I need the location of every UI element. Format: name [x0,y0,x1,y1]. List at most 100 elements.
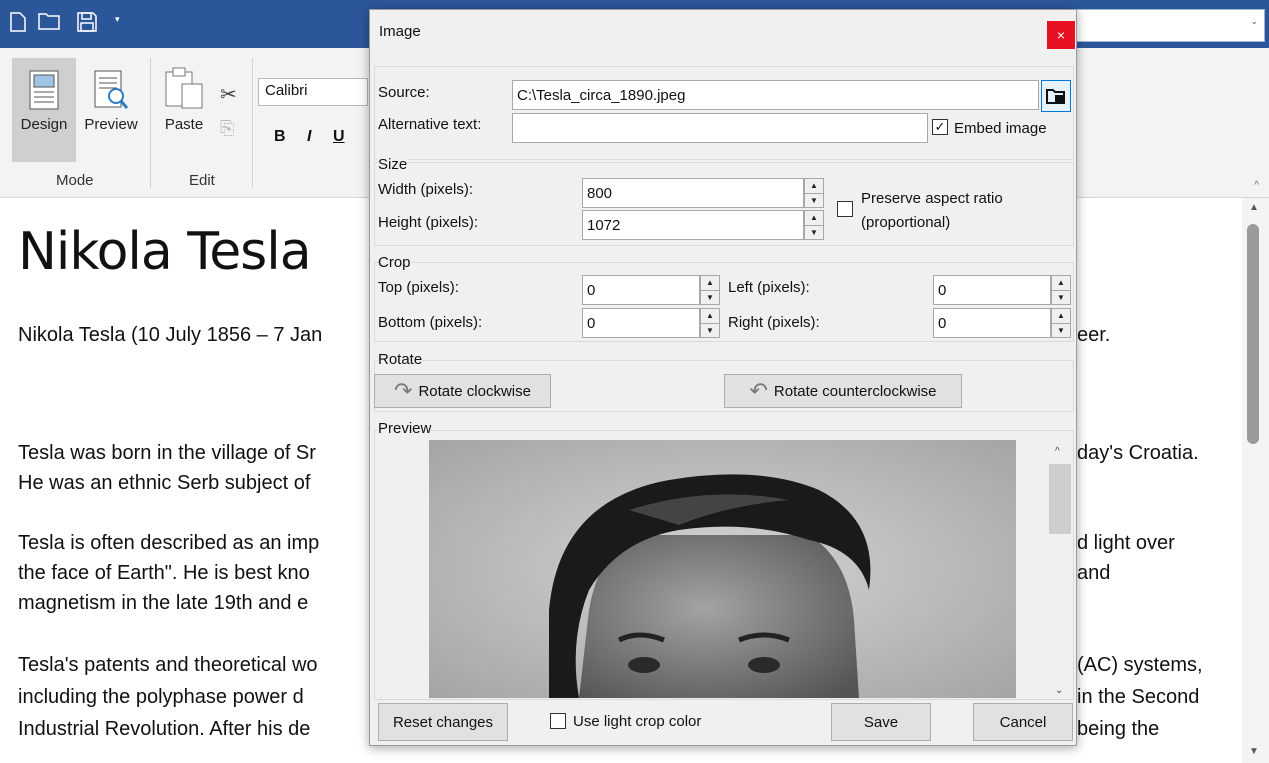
source-field[interactable]: C:\Tesla_circa_1890.jpeg [512,80,1039,110]
rotate-counterclockwise-button[interactable]: ↶ Rotate counterclockwise [724,374,962,408]
design-mode-button[interactable]: Design [12,58,76,162]
scroll-up-icon[interactable]: ▲ [1249,202,1259,213]
preview-mode-button[interactable]: Preview [79,58,143,162]
spin-down-icon[interactable]: ▼ [804,193,824,208]
doc-line: in the Second [1077,686,1200,708]
collapse-ribbon-icon[interactable]: ^ [1254,180,1259,191]
bottom-field[interactable]: 0 [582,308,700,338]
spin-down-icon[interactable]: ▼ [804,225,824,240]
top-label: Top (pixels): [378,279,459,296]
embed-image-checkbox[interactable]: ✓ [932,119,948,135]
design-label: Design [20,116,68,133]
close-button[interactable]: × [1047,21,1075,49]
doc-line: eer. [1077,324,1111,346]
top-spin-buttons[interactable]: ▲ ▼ [700,275,720,305]
copy-icon[interactable]: ⎘ [220,118,234,139]
chevron-up-icon[interactable]: ^ [1055,446,1060,457]
scrollbar-thumb[interactable] [1247,224,1259,444]
doc-line: the face of Earth". He is best kno [18,562,310,584]
spin-up-icon[interactable]: ▲ [804,210,824,226]
spin-up-icon[interactable]: ▲ [1051,308,1071,324]
reset-changes-button[interactable]: Reset changes [378,703,508,741]
crop-legend: Crop [378,254,411,271]
left-label: Left (pixels): [728,279,810,296]
portrait-photo [429,440,1016,698]
open-folder-icon[interactable] [38,12,60,35]
cut-icon[interactable]: ✂ [220,82,237,107]
paste-icon [165,67,203,109]
preserve-aspect-checkbox[interactable] [837,201,853,217]
right-field[interactable]: 0 [933,308,1051,338]
light-crop-checkbox[interactable] [550,713,566,729]
width-stepper[interactable]: 800 ▲ ▼ [582,178,824,208]
close-icon: × [1056,27,1066,43]
bottom-label: Bottom (pixels): [378,314,483,331]
spin-down-icon[interactable]: ▼ [1051,323,1071,338]
left-field[interactable]: 0 [933,275,1051,305]
bold-button[interactable]: B [274,128,286,146]
mode-group-label: Mode [56,172,94,189]
spin-down-icon[interactable]: ▼ [1051,290,1071,305]
spin-down-icon[interactable]: ▼ [700,323,720,338]
spin-up-icon[interactable]: ▲ [1051,275,1071,291]
top-field[interactable]: 0 [582,275,700,305]
underline-button[interactable]: U [333,128,345,146]
preview-legend: Preview [378,420,432,437]
spin-down-icon[interactable]: ▼ [700,290,720,305]
size-legend: Size [378,156,408,173]
document-scrollbar[interactable]: ▲ ▼ [1242,198,1269,763]
ribbon-separator [150,58,151,188]
chevron-down-icon[interactable]: ⌄ [1055,685,1063,696]
font-name-field[interactable]: Calibri [258,78,368,106]
preview-scrollbar-thumb[interactable] [1049,464,1071,534]
rotate-counterclockwise-label: Rotate counterclockwise [773,382,937,400]
rotate-clockwise-label: Rotate clockwise [418,382,531,400]
preserve-aspect-label-2: (proportional) [861,214,951,231]
browse-button[interactable] [1041,80,1071,112]
doc-line: Tesla was born in the village of Sr [18,442,316,464]
browse-folder-icon [1046,89,1065,104]
doc-line: day's Croatia. [1077,442,1199,464]
width-spin-buttons[interactable]: ▲ ▼ [804,178,824,208]
bottom-spin-buttons[interactable]: ▲ ▼ [700,308,720,338]
spin-up-icon[interactable]: ▲ [700,275,720,291]
height-label: Height (pixels): [378,214,479,231]
doc-line: magnetism in the late 19th and e [18,592,309,614]
width-field[interactable]: 800 [582,178,804,208]
top-stepper[interactable]: 0 ▲ ▼ [582,275,720,305]
new-document-icon[interactable] [10,12,26,37]
width-label: Width (pixels): [378,181,474,198]
height-field[interactable]: 1072 [582,210,804,240]
dropdown-caret-icon[interactable]: ▾ [115,14,120,25]
alt-text-label: Alternative text: [378,116,482,133]
height-spin-buttons[interactable]: ▲ ▼ [804,210,824,240]
doc-line: Industrial Revolution. After his de [18,718,311,740]
height-stepper[interactable]: 1072 ▲ ▼ [582,210,824,240]
italic-button[interactable]: I [307,128,311,146]
save-icon[interactable] [77,12,97,37]
save-button[interactable]: Save [831,703,931,741]
preview-scrollbar[interactable]: ^ ⌄ [1047,442,1073,698]
design-icon [29,70,59,110]
right-label: Right (pixels): [728,314,820,331]
chevron-down-icon[interactable]: ⌄ [1250,16,1258,27]
rotate-counterclockwise-icon: ↶ [749,378,768,403]
ribbon-separator [252,58,253,188]
doc-line: He was an ethnic Serb subject of [18,472,311,494]
paste-button[interactable]: Paste [158,66,210,162]
scroll-down-icon[interactable]: ▼ [1249,746,1259,757]
doc-line: and [1077,562,1111,584]
alt-text-field[interactable] [512,113,928,143]
spin-up-icon[interactable]: ▲ [700,308,720,324]
right-stepper[interactable]: 0 ▲ ▼ [933,308,1071,338]
embed-image-label: Embed image [954,120,1047,137]
doc-line: including the polyphase power d [18,686,304,708]
bottom-stepper[interactable]: 0 ▲ ▼ [582,308,720,338]
preview-label: Preview [84,116,138,133]
left-stepper[interactable]: 0 ▲ ▼ [933,275,1071,305]
right-spin-buttons[interactable]: ▲ ▼ [1051,308,1071,338]
rotate-clockwise-button[interactable]: ↷ Rotate clockwise [374,374,551,408]
left-spin-buttons[interactable]: ▲ ▼ [1051,275,1071,305]
cancel-button[interactable]: Cancel [973,703,1073,741]
spin-up-icon[interactable]: ▲ [804,178,824,194]
